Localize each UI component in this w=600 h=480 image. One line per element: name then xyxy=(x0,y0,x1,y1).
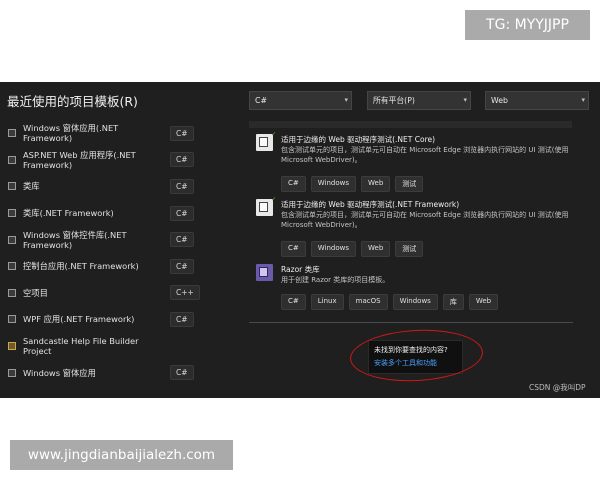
recent-template-item[interactable]: Windows 窗体控件库(.NET Framework) C# xyxy=(0,226,200,253)
language-badge: C# xyxy=(170,125,194,141)
recent-template-label: Windows 窗体应用(.NET Framework) xyxy=(23,123,119,144)
tag: 测试 xyxy=(395,241,424,257)
tag: Windows xyxy=(392,294,438,310)
language-badge: C# xyxy=(170,258,194,274)
recent-template-item[interactable]: WPF 应用(.NET Framework) C# xyxy=(0,306,200,333)
recent-template-item[interactable]: ASP.NET Web 应用程序(.NET Framework) C# xyxy=(0,147,200,174)
class-library-icon xyxy=(8,182,16,191)
web-app-icon xyxy=(8,155,16,164)
tag: Linux xyxy=(310,294,344,310)
template-tags: C# Windows Web 测试 xyxy=(281,176,424,192)
platform-filter-value: 所有平台(P) xyxy=(373,96,415,105)
project-type-filter-value: Web xyxy=(491,96,508,105)
tag: 库 xyxy=(442,294,464,310)
tag: 测试 xyxy=(395,176,424,192)
template-tags: C# Windows Web 测试 xyxy=(281,241,424,257)
watermark-top: TG: MYYJJPP xyxy=(465,10,590,40)
tag: Windows xyxy=(310,176,357,192)
recent-template-label: 控制台应用(.NET Framework) xyxy=(23,261,139,272)
class-library-icon xyxy=(8,209,16,218)
recent-templates-list: Windows 窗体应用(.NET Framework) C# ASP.NET We… xyxy=(0,120,200,386)
recent-template-label: WPF 应用(.NET Framework) xyxy=(23,314,135,325)
language-filter-dropdown[interactable]: C# ▾ xyxy=(249,91,352,110)
language-badge: C# xyxy=(170,178,194,194)
tag: Web xyxy=(361,241,391,257)
template-title: 适用于边缘的 Web 驱动程序测试(.NET Framework) xyxy=(281,200,460,209)
wpf-icon xyxy=(8,315,16,324)
recent-template-item[interactable]: 类库(.NET Framework) C# xyxy=(0,200,200,227)
watermark-bottom: www.jingdianbaijialezh.com xyxy=(10,440,233,470)
recent-template-label: 类库 xyxy=(23,181,40,192)
template-description: 包含测试单元的项目，测试单元可自动在 Microsoft Edge 浏览器内执行… xyxy=(281,146,569,164)
template-tags: C# Linux macOS Windows 库 Web xyxy=(281,294,499,310)
language-filter-value: C# xyxy=(255,96,267,105)
list-top-edge xyxy=(249,121,572,128)
language-badge: C# xyxy=(170,152,194,168)
recent-template-label: 类库(.NET Framework) xyxy=(23,208,114,219)
recent-template-item[interactable]: Windows 窗体应用(.NET Framework) C# xyxy=(0,120,200,147)
language-badge: C++ xyxy=(170,285,200,301)
recent-template-item[interactable]: 控制台应用(.NET Framework) C# xyxy=(0,253,200,280)
tag: Web xyxy=(468,294,499,310)
language-badge: C# xyxy=(170,205,194,221)
recent-template-label: Windows 窗体控件库(.NET Framework) xyxy=(23,229,127,250)
winforms-icon xyxy=(8,368,16,377)
template-description: 包含测试单元的项目，测试单元可自动在 Microsoft Edge 浏览器内执行… xyxy=(281,211,569,229)
credit-watermark: CSDN @我叫DP xyxy=(529,383,586,392)
annotation-circle xyxy=(348,326,485,385)
empty-project-icon xyxy=(8,288,16,297)
recent-template-item[interactable]: 类库 C# xyxy=(0,173,200,200)
sandcastle-icon xyxy=(8,342,16,351)
chevron-down-icon: ▾ xyxy=(463,96,467,104)
tag: C# xyxy=(281,294,306,310)
tag: C# xyxy=(281,241,306,257)
language-badge: C# xyxy=(170,365,194,381)
tag: Windows xyxy=(310,241,357,257)
template-item[interactable]: ✓ 适用于边缘的 Web 驱动程序测试(.NET Framework) 包含测试… xyxy=(256,196,576,257)
tag: C# xyxy=(281,176,306,192)
recent-template-label: Windows 窗体应用 xyxy=(23,367,96,378)
web-test-template-icon: ✓ xyxy=(256,196,276,216)
tag: macOS xyxy=(348,294,388,310)
divider xyxy=(249,322,573,323)
recent-template-item[interactable]: Sandcastle Help File Builder Project xyxy=(0,333,200,360)
filter-bar: C# ▾ 所有平台(P) ▾ Web ▾ xyxy=(0,91,600,110)
language-badge: C# xyxy=(170,232,194,248)
recent-template-item[interactable]: 空项目 C++ xyxy=(0,280,200,307)
project-type-filter-dropdown[interactable]: Web ▾ xyxy=(485,91,589,110)
template-item[interactable]: ✓ 适用于边缘的 Web 驱动程序测试(.NET Core) 包含测试单元的项目… xyxy=(256,131,576,192)
platform-filter-dropdown[interactable]: 所有平台(P) ▾ xyxy=(367,91,471,110)
chevron-down-icon: ▾ xyxy=(581,96,585,104)
recent-template-label: Sandcastle Help File Builder Project xyxy=(23,336,139,357)
template-description: 用于创建 Razor 类库的项目模板。 xyxy=(281,276,390,284)
tag: Web xyxy=(361,176,391,192)
chevron-down-icon: ▾ xyxy=(344,96,348,104)
recent-template-label: ASP.NET Web 应用程序(.NET Framework) xyxy=(23,149,136,170)
winforms-icon xyxy=(8,129,16,138)
web-test-template-icon: ✓ xyxy=(256,131,276,151)
control-library-icon xyxy=(8,235,16,244)
recent-template-item[interactable]: Windows 窗体应用 C# xyxy=(0,359,200,386)
razor-library-template-icon xyxy=(256,264,273,281)
template-title: Razor 类库 xyxy=(281,265,320,274)
template-item[interactable]: Razor 类库 用于创建 Razor 类库的项目模板。 C# Linux ma… xyxy=(256,264,576,312)
recent-template-label: 空项目 xyxy=(23,287,48,298)
screenshot-page: TG: MYYJJPP 最近使用的项目模板(R) Windows 窗体应用(.N… xyxy=(0,0,600,480)
console-icon xyxy=(8,262,16,271)
template-title: 适用于边缘的 Web 驱动程序测试(.NET Core) xyxy=(281,135,436,144)
create-project-dialog: 最近使用的项目模板(R) Windows 窗体应用(.NET Framework… xyxy=(0,82,600,398)
language-badge: C# xyxy=(170,311,194,327)
